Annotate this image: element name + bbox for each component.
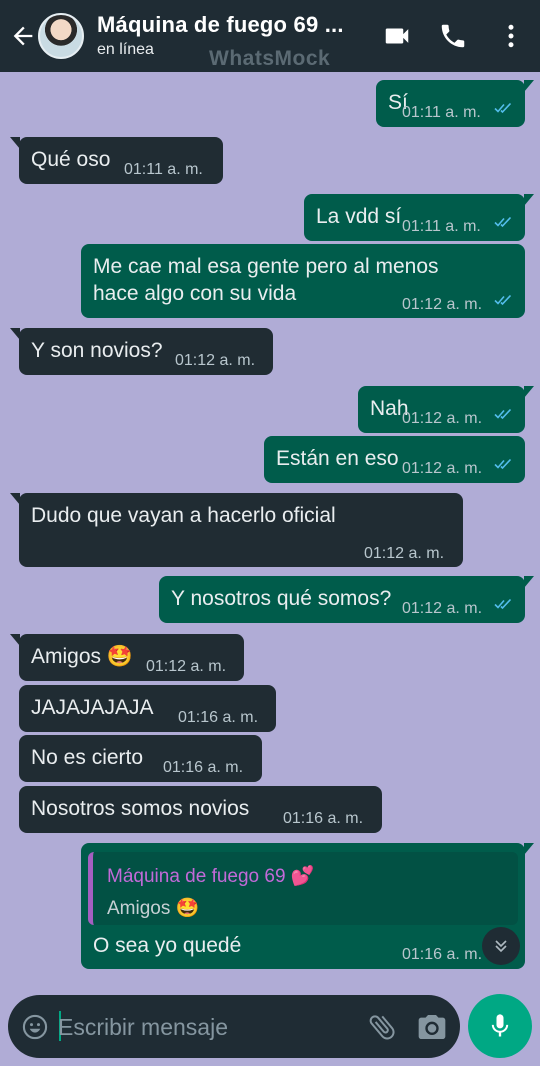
message-time: 01:16 a. m. — [163, 759, 244, 776]
message-text-line: Me cae mal esa gente pero al menos — [93, 255, 439, 278]
message-time: 01:12 a. m. — [146, 658, 227, 675]
more-options-icon[interactable] — [496, 21, 526, 51]
message-text: O sea yo quedé — [93, 934, 242, 957]
camera-icon[interactable] — [416, 1011, 448, 1043]
message-text: Nosotros somos novios — [31, 797, 250, 820]
message-composer — [8, 995, 460, 1058]
message-time: 01:12 a. m. — [402, 296, 483, 313]
message-time: 01:12 a. m. — [402, 600, 483, 617]
message-outgoing[interactable]: Me cae mal esa gente pero al menos hace … — [81, 244, 525, 318]
message-text-line: hace algo con su vida — [93, 282, 297, 305]
read-receipt-icon — [494, 598, 512, 610]
message-time: 01:11 a. m. — [402, 104, 481, 121]
read-receipt-icon — [494, 216, 512, 228]
mic-icon — [491, 1014, 509, 1037]
message-outgoing[interactable]: Nah 01:12 a. m. — [358, 386, 534, 433]
message-incoming[interactable]: No es cierto 01:16 a. m. — [19, 735, 262, 782]
message-time: 01:12 a. m. — [364, 545, 445, 562]
message-outgoing[interactable]: Sí 01:11 a. m. — [376, 80, 534, 127]
message-text: No es cierto — [31, 746, 144, 769]
message-text: Y nosotros qué somos? — [171, 587, 392, 610]
message-time: 01:11 a. m. — [124, 161, 203, 178]
message-incoming[interactable]: Dudo que vayan a hacerlo oficial 01:12 a… — [10, 493, 463, 567]
message-incoming[interactable]: Amigos 🤩 01:12 a. m. — [10, 634, 244, 681]
watermark: WhatsMock — [209, 47, 331, 70]
message-time: 01:16 a. m. — [178, 709, 259, 726]
message-text: Qué oso — [31, 148, 111, 171]
message-time: 01:12 a. m. — [402, 410, 483, 427]
quoted-message[interactable]: Máquina de fuego 69 💕 Amigos 🤩 — [88, 852, 518, 925]
read-receipt-icon — [494, 458, 512, 470]
read-receipt-icon — [494, 294, 512, 306]
message-text: JAJAJAJAJA — [31, 696, 154, 719]
voice-record-button[interactable] — [468, 994, 532, 1058]
emoji-icon[interactable] — [21, 1013, 49, 1041]
scroll-to-bottom-button[interactable] — [482, 927, 520, 965]
double-chevron-down-icon — [495, 940, 507, 953]
message-outgoing[interactable]: Y nosotros qué somos? 01:12 a. m. — [159, 576, 534, 623]
chat-header: Máquina de fuego 69 ... en línea WhatsMo… — [0, 0, 540, 72]
quoted-author: Máquina de fuego 69 💕 — [107, 866, 315, 887]
contact-name[interactable]: Máquina de fuego 69 ... — [97, 12, 344, 38]
contact-status: en línea — [97, 41, 154, 58]
message-time: 01:12 a. m. — [402, 460, 483, 477]
message-time: 01:16 a. m. — [283, 810, 364, 827]
message-incoming[interactable]: JAJAJAJAJA 01:16 a. m. — [19, 685, 276, 732]
message-text: La vdd sí — [316, 205, 402, 228]
back-arrow-icon[interactable] — [8, 22, 38, 50]
message-time: 01:11 a. m. — [402, 218, 481, 235]
read-receipt-icon — [494, 102, 512, 114]
message-text: Amigos 🤩 — [31, 645, 134, 668]
message-time: 01:12 a. m. — [175, 352, 256, 369]
message-text: Y son novios? — [31, 339, 163, 362]
message-text: Dudo que vayan a hacerlo oficial — [31, 504, 336, 527]
message-incoming[interactable]: Qué oso 01:11 a. m. — [10, 137, 223, 184]
message-incoming[interactable]: Y son novios? 01:12 a. m. — [10, 328, 273, 375]
message-outgoing[interactable]: Están en eso 01:12 a. m. — [264, 436, 525, 483]
attach-icon[interactable] — [366, 1011, 398, 1043]
message-text: Están en eso — [276, 447, 399, 470]
message-outgoing[interactable]: La vdd sí 01:11 a. m. — [304, 194, 534, 241]
read-receipt-icon — [494, 408, 512, 420]
message-incoming[interactable]: Nosotros somos novios 01:16 a. m. — [19, 786, 382, 833]
message-outgoing-reply[interactable]: Máquina de fuego 69 💕 Amigos 🤩 O sea yo … — [81, 843, 534, 969]
avatar[interactable] — [38, 13, 84, 59]
message-input[interactable] — [58, 1007, 358, 1047]
video-call-icon[interactable] — [382, 21, 412, 51]
quoted-text: Amigos 🤩 — [107, 898, 200, 919]
message-time: 01:16 a. m. — [402, 946, 483, 963]
phone-icon[interactable] — [438, 21, 468, 51]
